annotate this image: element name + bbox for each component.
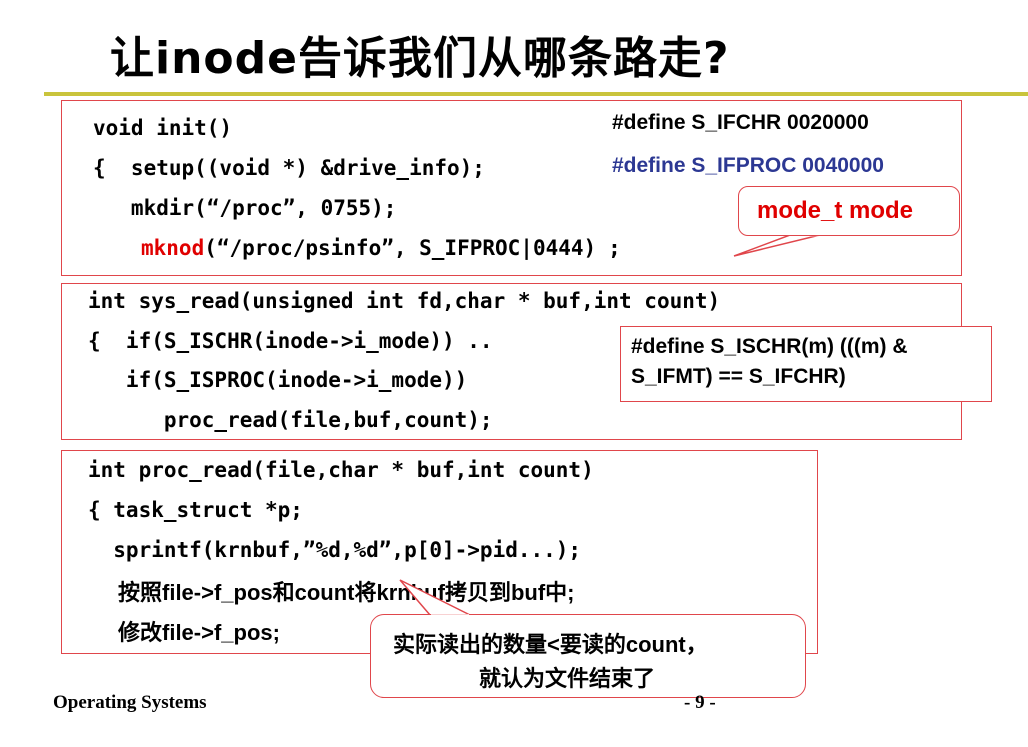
mode-callout-text: mode_t mode bbox=[757, 197, 914, 224]
mode-callout: mode_t mode bbox=[738, 186, 960, 236]
code-line-proc-read-def: int proc_read(file,char * buf,int count) bbox=[88, 458, 594, 482]
code-line-mkdir: mkdir(“/proc”, 0755); bbox=[93, 196, 397, 220]
code-line-proc-read-call: proc_read(file,buf,count); bbox=[88, 408, 493, 432]
define-ifchr: #define S_IFCHR 0020000 bbox=[612, 111, 869, 134]
slide-title: 让inode告诉我们从哪条路走? bbox=[110, 33, 730, 84]
code-line-ischr: { if(S_ISCHR(inode->i_mode)) .. bbox=[88, 329, 493, 353]
code-line-task-struct: { task_struct *p; bbox=[88, 498, 303, 522]
define-ifproc: #define S_IFPROC 0040000 bbox=[612, 154, 884, 177]
code-line-setup: { setup((void *) &drive_info); bbox=[93, 156, 485, 180]
code-line-sprintf: sprintf(krnbuf,”%d,%d”,p[0]->pid...); bbox=[88, 538, 582, 562]
mknod-args: (“/proc/psinfo”, S_IFPROC|0444) bbox=[204, 236, 597, 260]
footer-course-name: Operating Systems bbox=[53, 692, 207, 713]
eof-callout-line2: 就认为文件结束了 bbox=[479, 666, 656, 691]
code-line-init: void init() bbox=[93, 116, 233, 140]
ischr-callout-line1: #define S_ISCHR(m) (((m) & bbox=[631, 335, 908, 358]
footer-page-number: - 9 - bbox=[684, 692, 716, 713]
ischr-callout-line2: S_IFMT) == S_IFCHR) bbox=[631, 365, 846, 388]
copy-step-text: 按照file->f_pos和count将krnbuf拷贝到buf中; bbox=[118, 580, 575, 605]
mknod-keyword: mknod bbox=[141, 236, 205, 260]
code-line-isproc: if(S_ISPROC(inode->i_mode)) bbox=[88, 368, 468, 392]
ischr-define-callout: #define S_ISCHR(m) (((m) & S_IFMT) == S_… bbox=[620, 326, 992, 402]
mknod-semicolon: ; bbox=[608, 236, 621, 260]
eof-callout-line1: 实际读出的数量<要读的count， bbox=[393, 632, 708, 657]
modify-fpos-text: 修改file->f_pos; bbox=[118, 620, 280, 645]
code-line-mknod: mknod(“/proc/psinfo”, S_IFPROC|0444); bbox=[141, 238, 621, 259]
code-line-sys-read: int sys_read(unsigned int fd,char * buf,… bbox=[88, 289, 721, 313]
eof-callout: 实际读出的数量<要读的count， 就认为文件结束了 bbox=[370, 614, 806, 698]
title-underline bbox=[44, 92, 1028, 96]
